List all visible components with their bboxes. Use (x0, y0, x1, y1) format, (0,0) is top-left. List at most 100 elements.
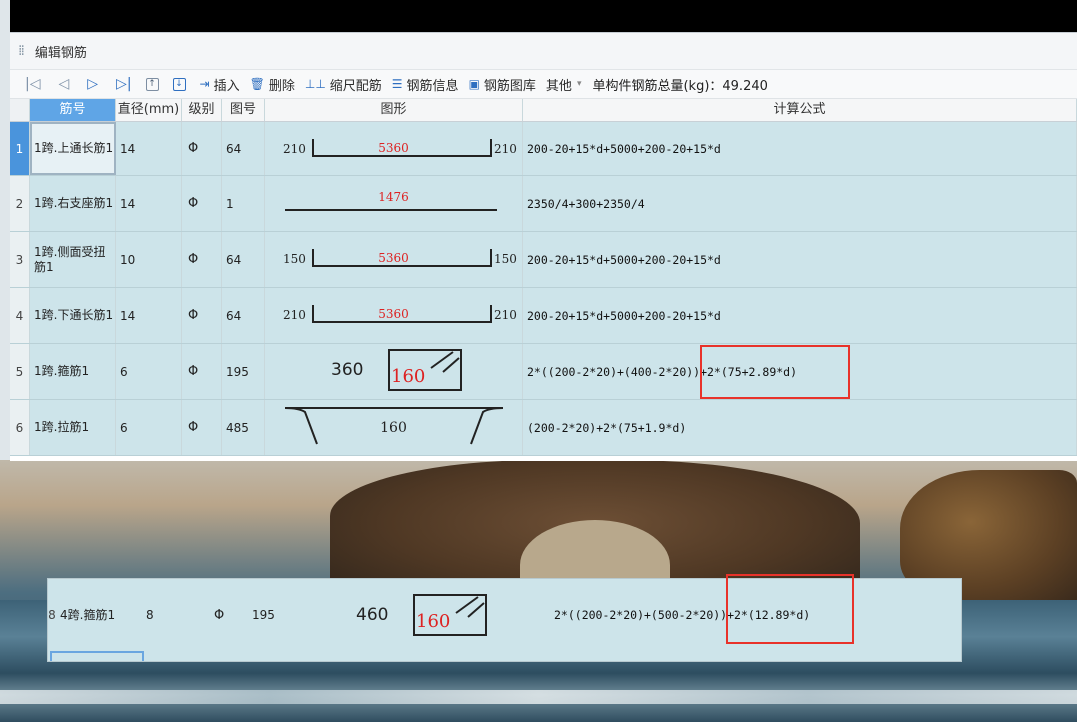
bar-name-cell[interactable]: 4跨.箍筋1 (56, 608, 115, 623)
level-cell[interactable]: Φ (182, 308, 198, 323)
shape-cell[interactable]: 360 160 (265, 344, 523, 399)
figure-no-cell[interactable]: 64 (222, 142, 241, 156)
diameter-cell[interactable]: 8 (142, 608, 154, 622)
formula-cell[interactable]: 200-20+15*d+5000+200-20+15*d (523, 309, 721, 323)
row-index[interactable]: 4 (10, 288, 30, 343)
level-cell[interactable]: Φ (182, 196, 198, 211)
figure-no-cell[interactable]: 64 (222, 253, 241, 267)
edit-rebar-window: ⁞⁞ 编辑钢筋 |◁ ◁ ▷ ▷| ↑ ↓ ⇥ 插入 🗑 删除 ⊥⊥ 缩尺配筋 ☰ 钢筋… (10, 32, 1077, 461)
figure-no-cell[interactable]: 64 (222, 309, 241, 323)
diameter-cell[interactable]: 14 (116, 197, 135, 211)
table-row[interactable]: 1 1跨.上通长筋1 14 Φ 64 210 5360 210 200-20+1… (10, 122, 1077, 176)
highlight-box (726, 574, 854, 644)
row-index[interactable]: 5 (10, 344, 30, 399)
row-index[interactable]: 1 (10, 122, 30, 175)
formula-cell[interactable]: 200-20+15*d+5000+200-20+15*d (523, 253, 721, 267)
bar-name-cell[interactable]: 1跨.右支座筋1 (30, 196, 113, 211)
formula-cell[interactable]: 2350/4+300+2350/4 (523, 197, 645, 211)
header-formula[interactable]: 计算公式 (523, 99, 1077, 121)
figure-no-cell[interactable]: 195 (248, 608, 275, 622)
formula-cell[interactable]: (200-2*20)+2*(75+1.9*d) (523, 421, 686, 435)
delete-button[interactable]: 🗑 删除 (245, 73, 300, 95)
shape-cell[interactable]: 210 5360 210 (265, 288, 523, 343)
trash-icon: 🗑 (249, 77, 265, 91)
rebar-library-button[interactable]: ▣ 钢筋图库 (464, 73, 541, 95)
bar-name-cell[interactable]: 1跨.下通长筋1 (30, 308, 113, 323)
header-diameter[interactable]: 直径(mm) (116, 99, 182, 121)
table-row[interactable]: 4 1跨.下通长筋1 14 Φ 64 210 5360 210 200-20+1… (10, 288, 1077, 344)
library-icon: ▣ (468, 77, 480, 91)
last-record-button[interactable]: ▷| (107, 73, 140, 95)
shape-length-value: 5360 (378, 251, 409, 265)
shape-cell[interactable]: 1476 (265, 176, 523, 231)
bar-name-cell[interactable]: 1跨.上通长筋1 (30, 141, 113, 156)
level-cell[interactable]: Φ (182, 364, 198, 379)
row-index[interactable]: 3 (10, 232, 30, 287)
row-index[interactable]: 2 (10, 176, 30, 231)
diameter-cell[interactable]: 14 (116, 142, 135, 156)
stirrup-height-value: 160 (391, 366, 426, 387)
level-cell[interactable]: Φ (182, 252, 198, 267)
delete-label: 删除 (268, 78, 295, 94)
drag-grip-icon[interactable]: ⁞⁞ (18, 43, 25, 59)
scale-rebar-button[interactable]: ⊥⊥ 缩尺配筋 (300, 73, 387, 95)
table-row[interactable]: 3 1跨.侧面受扭筋1 10 Φ 64 150 5360 150 200-20+… (10, 232, 1077, 288)
table-row[interactable]: 5 1跨.箍筋1 6 Φ 195 360 160 2*((200-2*20)+(… (10, 344, 1077, 400)
prev-icon: ◁ (58, 76, 70, 92)
header-shape[interactable]: 图形 (265, 99, 523, 121)
figure-no-cell[interactable]: 195 (222, 365, 249, 379)
shape-right-value: 210 (494, 308, 517, 322)
shape-cell[interactable]: 150 5360 150 (265, 232, 523, 287)
top-black-bar (10, 0, 1077, 32)
shape-cell[interactable]: 210 5360 210 (265, 122, 523, 175)
row-index[interactable]: 8 (48, 579, 56, 651)
insert-button[interactable]: ⇥ 插入 (195, 73, 245, 95)
first-icon: |◁ (25, 76, 41, 92)
header-corner[interactable] (10, 99, 30, 121)
move-down-icon: ↓ (172, 77, 186, 91)
stirrup-height-value: 160 (416, 611, 451, 632)
next-record-button[interactable]: ▷ (78, 73, 107, 95)
info-list-icon: ☰ (391, 77, 403, 91)
diameter-cell[interactable]: 6 (116, 365, 128, 379)
level-cell[interactable]: Φ (208, 608, 224, 623)
rebar-info-button[interactable]: ☰ 钢筋信息 (387, 73, 464, 95)
other-menu-button[interactable]: 其他 ▾ (541, 73, 587, 95)
toolbar: |◁ ◁ ▷ ▷| ↑ ↓ ⇥ 插入 🗑 删除 ⊥⊥ 缩尺配筋 ☰ 钢筋信息 ▣ 钢筋图库… (10, 70, 1077, 99)
window-titlebar[interactable]: ⁞⁞ 编辑钢筋 (10, 33, 1077, 70)
diameter-cell[interactable]: 14 (116, 309, 135, 323)
shape-length-value: 1476 (378, 190, 409, 204)
second-rebar-window: 8 4跨.箍筋1 8 Φ 195 460 160 2*((200-2*20)+(… (47, 574, 962, 662)
figure-no-cell[interactable]: 1 (222, 197, 234, 211)
formula-cell[interactable]: 200-20+15*d+5000+200-20+15*d (523, 142, 721, 156)
prev-record-button[interactable]: ◁ (49, 73, 78, 95)
row-index[interactable]: 6 (10, 400, 30, 455)
header-bar-number[interactable]: 筋号 (30, 99, 116, 121)
level-cell[interactable]: Φ (182, 141, 198, 156)
left-edge-panel (0, 0, 10, 460)
bar-name-cell[interactable]: 1跨.箍筋1 (30, 364, 89, 379)
first-record-button[interactable]: |◁ (16, 73, 49, 95)
table-row[interactable]: 2 1跨.右支座筋1 14 Φ 1 1476 2350/4+300+2350/4 (10, 176, 1077, 232)
diameter-cell[interactable]: 6 (116, 421, 128, 435)
selected-cell-outline (50, 651, 144, 661)
level-cell[interactable]: Φ (182, 420, 198, 435)
move-down-button[interactable]: ↓ (168, 73, 195, 95)
diameter-cell[interactable]: 10 (116, 253, 135, 267)
bar-name-cell[interactable]: 1跨.侧面受扭筋1 (30, 245, 115, 275)
table-row[interactable]: 6 1跨.拉筋1 6 Φ 485 160 (200-2*20)+2*(75+1.… (10, 400, 1077, 456)
header-figure-no[interactable]: 图号 (222, 99, 265, 121)
insert-label: 插入 (213, 78, 240, 94)
figure-no-cell[interactable]: 485 (222, 421, 249, 435)
desktop-wave-foam (0, 690, 1077, 704)
shape-right-value: 210 (494, 142, 517, 156)
shape-cell[interactable]: 460 160 (308, 579, 550, 651)
bar-name-cell[interactable]: 1跨.拉筋1 (30, 420, 89, 435)
header-level[interactable]: 级别 (182, 99, 222, 121)
shape-length-value: 5360 (378, 141, 409, 155)
shape-cell[interactable]: 160 (265, 400, 523, 455)
ruler-icon: ⊥⊥ (304, 77, 326, 91)
rebar-info-label: 钢筋信息 (406, 78, 459, 94)
insert-icon: ⇥ (199, 77, 210, 91)
move-up-button[interactable]: ↑ (141, 73, 168, 95)
